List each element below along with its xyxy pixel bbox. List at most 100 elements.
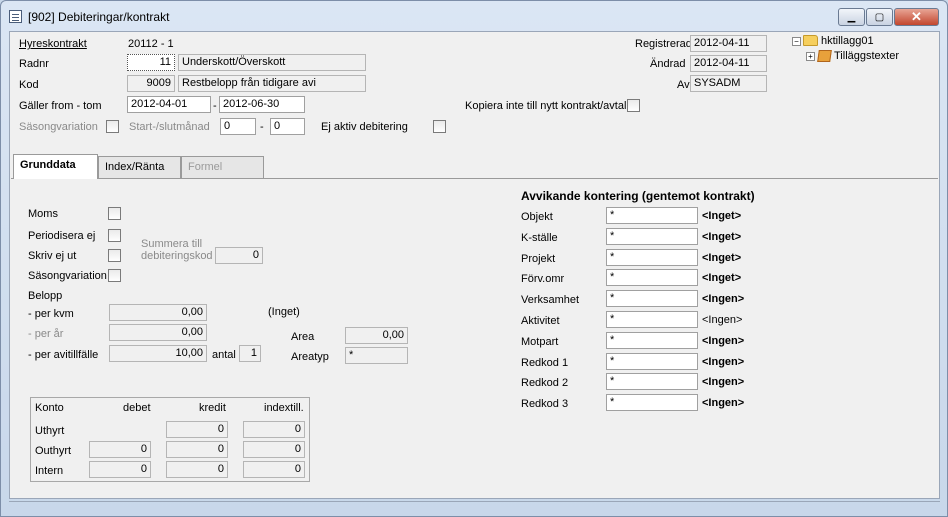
- uthyrt-label: Uthyrt: [35, 425, 65, 437]
- ej-aktiv-checkbox[interactable]: [433, 120, 446, 133]
- kontering-input[interactable]: *: [606, 331, 698, 349]
- radnr-description: Underskott/Överskott: [178, 54, 366, 71]
- kontering-description: <Ingen>: [702, 376, 745, 389]
- area-input[interactable]: 0,00: [345, 327, 408, 344]
- indextill-header: indextill.: [264, 402, 304, 414]
- area-label: Area: [291, 331, 315, 343]
- tab-grunddata[interactable]: Grunddata: [13, 154, 98, 179]
- kontering-description: <Ingen>: [702, 397, 745, 410]
- av-label: Av: [677, 79, 690, 91]
- status-strip: [9, 501, 940, 511]
- document-icon: [9, 10, 22, 23]
- per-kvm-input[interactable]: 0,00: [109, 304, 207, 321]
- kontering-input[interactable]: *: [606, 269, 698, 287]
- kredit-header: kredit: [199, 402, 226, 414]
- slut-manad-input[interactable]: 0: [270, 118, 305, 135]
- kontering-input[interactable]: *: [606, 290, 698, 308]
- maximize-button[interactable]: ▢: [866, 8, 893, 26]
- konto-group: Konto debet kredit indextill. Uthyrt 0 0…: [30, 397, 310, 482]
- kopiera-label: Kopiera inte till nytt kontrakt/avtal: [465, 100, 627, 112]
- galler-separator: -: [213, 100, 217, 112]
- radnr-label: Radnr: [19, 58, 49, 70]
- sasongvariation-checkbox[interactable]: [106, 120, 119, 133]
- moms-checkbox[interactable]: [108, 207, 121, 220]
- per-avi-input[interactable]: 10,00: [109, 345, 207, 362]
- kontering-label: Förv.omr: [521, 273, 565, 286]
- tab-index-ranta[interactable]: Index/Ränta: [98, 156, 181, 178]
- kod-description: Restbelopp från tidigare avi: [178, 75, 366, 92]
- per-kvm-label: - per kvm: [28, 308, 74, 320]
- summera-label-2: debiteringskod: [141, 250, 213, 262]
- collapse-icon[interactable]: −: [792, 37, 801, 46]
- antal-label: antal: [212, 349, 236, 361]
- intern-debet-input[interactable]: 0: [89, 461, 151, 478]
- galler-tom-input[interactable]: 2012-06-30: [219, 96, 305, 113]
- hyreskontrakt-link[interactable]: Hyreskontrakt: [19, 37, 87, 51]
- tab-formel[interactable]: Formel: [181, 156, 264, 178]
- intern-label: Intern: [35, 465, 64, 477]
- sasongvariation-label: Säsongvariation: [19, 121, 98, 133]
- application-window: [902] Debiteringar/kontrakt ▁ ▢ ✕ Hyresk…: [0, 0, 948, 517]
- kontering-label: Motpart: [521, 335, 559, 348]
- kontering-label: Redkod 2: [521, 377, 569, 390]
- summera-input[interactable]: 0: [215, 247, 263, 264]
- kontering-input[interactable]: *: [606, 311, 698, 328]
- skriv-ej-ut-checkbox[interactable]: [108, 249, 121, 262]
- tree-child-item[interactable]: Tilläggstexter: [834, 49, 899, 63]
- ej-aktiv-label: Ej aktiv debitering: [321, 121, 408, 133]
- kontering-description: <Ingen>: [702, 334, 745, 347]
- close-button[interactable]: ✕: [894, 8, 939, 26]
- sasong-checkbox[interactable]: [108, 269, 121, 282]
- periodisera-checkbox[interactable]: [108, 229, 121, 242]
- outhyrt-debet-input[interactable]: 0: [89, 441, 151, 458]
- kontering-input[interactable]: *: [606, 248, 698, 266]
- kontering-description: <Inget>: [702, 230, 742, 243]
- kontering-description: <Inget>: [702, 272, 742, 285]
- kontering-title: Avvikande kontering (gentemot kontrakt): [521, 189, 755, 203]
- skriv-ej-ut-label: Skriv ej ut: [28, 250, 77, 262]
- kontering-input[interactable]: *: [606, 352, 698, 370]
- areatyp-label: Areatyp: [291, 351, 329, 363]
- antal-input[interactable]: 1: [239, 345, 261, 362]
- per-avi-label: - per avitillfälle: [28, 349, 99, 361]
- outhyrt-kredit-input[interactable]: 0: [166, 441, 228, 458]
- form-area: Hyreskontrakt 20112 - 1 Radnr 11 Undersk…: [9, 31, 940, 499]
- kontering-label: K-ställe: [521, 231, 558, 244]
- per-ar-label: - per år: [28, 328, 64, 340]
- inget-label: (Inget): [268, 306, 300, 318]
- av-value: SYSADM: [690, 75, 767, 92]
- outhyrt-label: Outhyrt: [35, 445, 72, 457]
- kontering-input[interactable]: *: [606, 394, 698, 412]
- uthyrt-kredit-input[interactable]: 0: [166, 421, 228, 438]
- start-manad-input[interactable]: 0: [220, 118, 256, 135]
- window-title: [902] Debiteringar/kontrakt: [28, 10, 170, 24]
- kopiera-checkbox[interactable]: [627, 99, 640, 112]
- intern-kredit-input[interactable]: 0: [166, 461, 228, 478]
- periodisera-label: Periodisera ej: [28, 230, 96, 242]
- kontering-description: <Inget>: [702, 251, 742, 264]
- title-bar[interactable]: [902] Debiteringar/kontrakt ▁ ▢ ✕: [1, 1, 947, 31]
- kontering-label: Verksamhet: [521, 294, 580, 307]
- kontering-input[interactable]: *: [606, 227, 698, 245]
- kod-input[interactable]: 9009: [127, 75, 175, 92]
- texts-icon: [817, 50, 832, 62]
- grunddata-panel: Moms Periodisera ej Skriv ej ut Säsongva…: [11, 178, 938, 497]
- outhyrt-index-input[interactable]: 0: [243, 441, 305, 458]
- sasong-label: Säsongvariation: [28, 270, 107, 282]
- tree-root-item[interactable]: hktillagg01: [821, 34, 874, 48]
- konto-header: Konto: [35, 402, 64, 414]
- folder-open-icon: [803, 35, 818, 46]
- expand-icon[interactable]: +: [806, 52, 815, 61]
- kontering-input[interactable]: *: [606, 207, 698, 224]
- intern-index-input[interactable]: 0: [243, 461, 305, 478]
- areatyp-input[interactable]: *: [345, 347, 408, 364]
- radnr-input[interactable]: 11: [127, 54, 175, 71]
- per-ar-input[interactable]: 0,00: [109, 324, 207, 341]
- kontering-input[interactable]: *: [606, 373, 698, 391]
- registrerad-value: 2012-04-11: [690, 35, 767, 52]
- uthyrt-index-input[interactable]: 0: [243, 421, 305, 438]
- kontering-label: Aktivitet: [521, 315, 560, 327]
- minimize-button[interactable]: ▁: [838, 8, 865, 26]
- galler-from-input[interactable]: 2012-04-01: [127, 96, 211, 113]
- kontering-label: Objekt: [521, 211, 553, 223]
